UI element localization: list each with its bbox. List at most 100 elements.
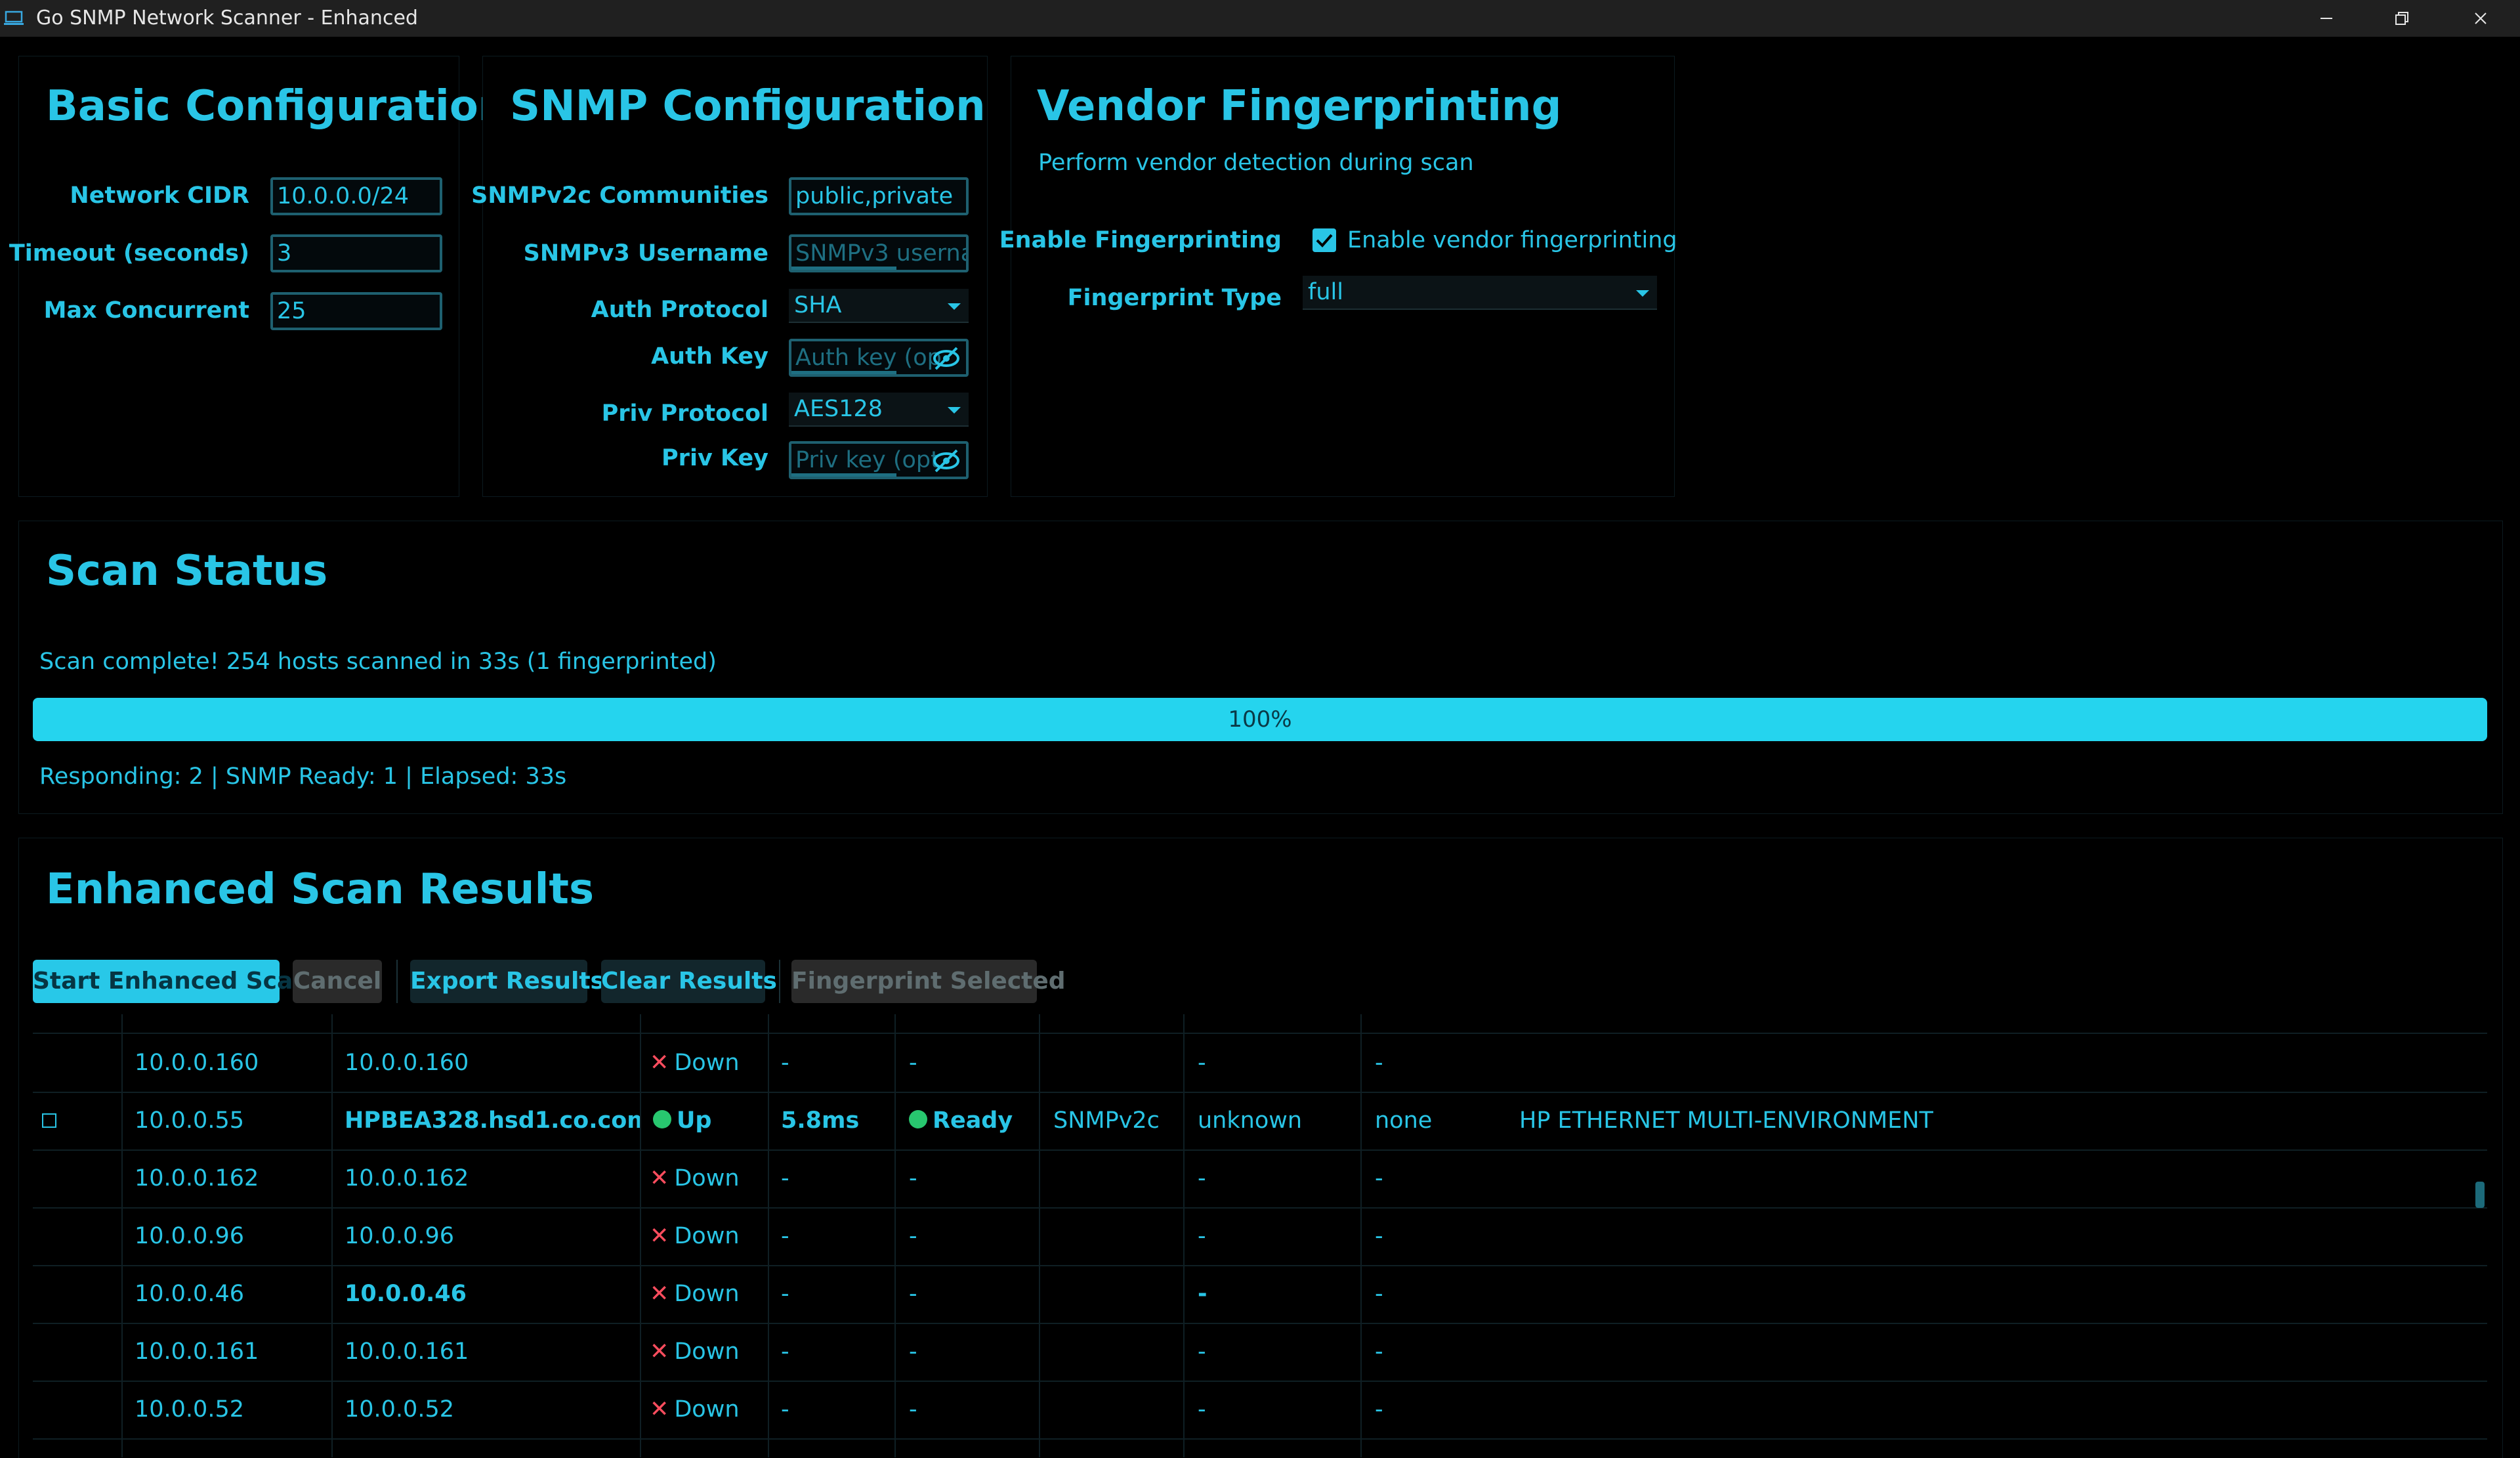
priv-protocol-label: Priv Protocol [601,400,768,427]
host-cell: HPBEA328.hsd1.co.comcast.net [345,1107,640,1134]
host-cell: 10.0.0.46 [345,1281,467,1307]
fingerprint-selected-button[interactable]: Fingerprint Selected [791,960,1066,1003]
vendor-cell: - [1198,1281,1208,1307]
status-cell: ✕ Down [650,1323,740,1381]
scan-status-heading: Scan Status [46,547,328,595]
close-button[interactable] [2445,0,2517,37]
row-select-checkbox[interactable] [42,1113,56,1128]
fingerprint-cell: - [1375,1396,1383,1423]
scan-progress-bar: 100% [33,698,2487,741]
table-row[interactable]: 10.0.0.46 10.0.0.46 ✕ Down - - - - [33,1265,2487,1324]
x-icon: ✕ [650,1165,669,1191]
restore-icon [2395,12,2408,25]
snmp-cell: - [909,1050,917,1076]
snmp-cell: - [909,1223,917,1249]
input-underline [791,371,896,374]
table-scrollbar[interactable] [2475,1182,2485,1208]
table-row[interactable]: 10.0.0.55 HPBEA328.hsd1.co.comcast.net U… [33,1092,2487,1151]
vendor-cell: - [1198,1050,1206,1076]
status-cell: ✕ Down [650,1381,740,1438]
max-concurrent-input[interactable]: 25 [270,292,442,330]
close-icon [2475,12,2487,24]
chevron-down-icon [948,407,961,414]
toolbar-separator [396,960,398,1003]
status-cell: ✕ Down [650,1265,740,1323]
enable-fingerprinting-checkbox[interactable] [1312,228,1336,252]
status-text: Down [674,1396,740,1423]
fingerprint-type-label: Fingerprint Type [1067,285,1282,311]
snmpv3-username-label: SNMPv3 Username [523,240,768,267]
ip-cell: 10.0.0.55 [135,1107,244,1134]
ip-cell: 10.0.0.52 [135,1396,244,1423]
x-icon: ✕ [650,1223,669,1249]
input-underline [791,267,896,270]
x-icon: ✕ [650,1050,669,1076]
priv-protocol-select[interactable]: AES128 [789,393,969,427]
scan-progress-label: 100% [1228,706,1292,733]
table-row[interactable]: 10.0.0.96 10.0.0.96 ✕ Down - - - - [33,1207,2487,1266]
fingerprint-cell: - [1375,1339,1383,1365]
snmp-cell: - [909,1396,917,1423]
ip-cell: 10.0.0.96 [135,1223,244,1249]
cancel-button[interactable]: Cancel [293,960,382,1003]
communities-label: SNMPv2c Communities [471,182,768,209]
rtt-cell: 5.8ms [781,1107,860,1134]
status-text: Down [674,1281,740,1307]
snmpv3-username-input[interactable]: SNMPv3 usernar [789,234,969,272]
table-row[interactable]: 10.0.0.52 10.0.0.52 ✕ Down - - - - [33,1381,2487,1440]
x-icon: ✕ [650,1339,669,1365]
table-row-partial [33,1014,2487,1034]
max-concurrent-label: Max Concurrent [43,297,249,324]
vendor-cell: - [1198,1339,1206,1365]
results-table: 10.0.0.160 10.0.0.160 ✕ Down - - - - 10.0… [33,1014,2487,1457]
fingerprint-cell: - [1375,1050,1383,1076]
rtt-cell: - [781,1223,789,1249]
vendor-cell: - [1198,1396,1206,1423]
timeout-input[interactable]: 3 [270,234,442,272]
eye-off-icon[interactable] [932,345,961,372]
fingerprint-cell: - [1375,1281,1383,1307]
vendor-fingerprinting-heading: Vendor Fingerprinting [1037,82,1562,131]
network-cidr-label: Network CIDR [70,182,249,209]
host-cell: 10.0.0.162 [345,1165,469,1191]
fingerprint-type-value: full [1308,279,1343,305]
x-icon: ✕ [650,1281,669,1307]
restore-button[interactable] [2366,0,2438,37]
checkmark-icon [1316,234,1333,247]
table-row[interactable]: 10.0.0.161 10.0.0.161 ✕ Down - - - - [33,1323,2487,1382]
auth-protocol-label: Auth Protocol [591,297,768,323]
snmp-text: Ready [933,1107,1013,1134]
fingerprint-type-select[interactable]: full [1303,276,1657,310]
snmp-configuration-heading: SNMP Configuration [510,82,986,131]
auth-key-input[interactable]: Auth key (op [789,339,969,377]
snmp-cell: - [909,1165,917,1191]
network-cidr-input[interactable]: 10.0.0.0/24 [270,177,442,215]
vendor-cell: - [1198,1165,1206,1191]
snmp-cell: Ready [909,1092,1013,1149]
minimize-button[interactable] [2290,0,2362,37]
status-text: Down [674,1165,740,1191]
export-results-button[interactable]: Export Results [410,960,604,1003]
window-title: Go SNMP Network Scanner - Enhanced [36,7,418,30]
input-underline [791,473,896,477]
priv-key-input[interactable]: Priv key (opt [789,441,969,479]
timeout-label: Timeout (seconds) [9,240,249,267]
ip-cell: 10.0.0.46 [135,1281,244,1307]
auth-key-label: Auth Key [651,343,768,370]
communities-input[interactable]: public,private [789,177,969,215]
status-text: Down [674,1339,740,1365]
status-cell: Up [653,1092,711,1149]
eye-off-icon[interactable] [932,448,961,474]
clear-results-button[interactable]: Clear Results [601,960,777,1003]
status-text: Down [674,1223,740,1249]
start-enhanced-scan-button[interactable]: Start Enhanced Scan [33,960,310,1003]
enable-fingerprinting-checkbox-label[interactable]: Enable vendor fingerprinting [1347,227,1677,253]
auth-protocol-select[interactable]: SHA [789,289,969,323]
auth-protocol-value: SHA [794,292,842,318]
ip-cell: 10.0.0.160 [135,1050,259,1076]
version-cell: SNMPv2c [1053,1107,1160,1134]
table-row[interactable]: 10.0.0.162 10.0.0.162 ✕ Down - - - - [33,1149,2487,1209]
table-row[interactable]: 10.0.0.160 10.0.0.160 ✕ Down - - - - [33,1034,2487,1093]
fingerprint-cell: - [1375,1165,1383,1191]
auth-key-placeholder: Auth key (op [795,345,942,371]
